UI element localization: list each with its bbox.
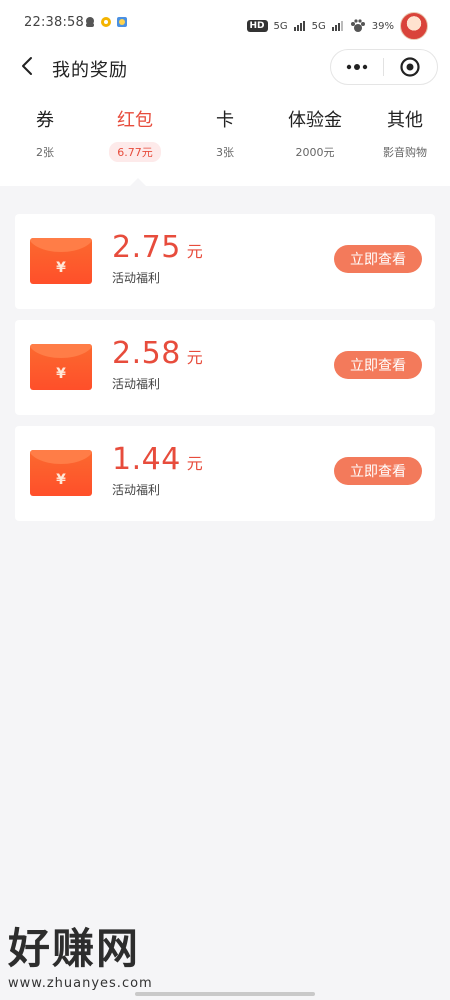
app-notify-icon	[101, 17, 111, 27]
tab-red-packets[interactable]: 红包 6.77元	[90, 106, 180, 162]
tab-label: 其他	[387, 110, 423, 131]
tab-label: 体验金	[288, 110, 342, 131]
reward-amount: 2.58	[112, 336, 181, 371]
tab-cards[interactable]: 卡 3张	[180, 106, 270, 162]
reward-description: 活动福利	[112, 483, 161, 497]
tab-coupons[interactable]: 券 2张	[0, 106, 90, 162]
view-now-button[interactable]: 立即查看	[334, 351, 422, 379]
reward-amount-group: 2.75 元	[112, 230, 203, 265]
tab-label: 券	[36, 110, 54, 131]
close-button[interactable]	[384, 50, 436, 84]
reward-description: 活动福利	[112, 271, 161, 285]
watermark-title: 好赚网	[8, 924, 141, 973]
tab-other[interactable]: 其他 影音购物	[360, 106, 450, 162]
view-now-button[interactable]: 立即查看	[334, 457, 422, 485]
signal-bars-icon	[293, 21, 305, 31]
reward-amount-group: 1.44 元	[112, 442, 203, 477]
mini-program-capsule	[330, 49, 438, 85]
red-envelope-icon: ¥	[30, 238, 92, 284]
home-indicator[interactable]	[135, 992, 315, 996]
view-now-button[interactable]: 立即查看	[334, 245, 422, 273]
chevron-left-icon	[22, 57, 32, 75]
status-time: 22:38:58	[24, 15, 84, 30]
app-notify-icon-2	[117, 17, 127, 27]
reward-unit: 元	[186, 454, 203, 473]
red-envelope-icon: ¥	[30, 450, 92, 496]
active-tab-caret	[129, 178, 147, 187]
battery-level: 39%	[371, 20, 394, 32]
reward-amount-group: 2.58 元	[112, 336, 203, 371]
page-title: 我的奖励	[52, 60, 128, 81]
back-button[interactable]	[14, 52, 42, 80]
site-watermark: 好赚网 www.zhuanyes.com	[8, 915, 153, 991]
paw-icon	[350, 19, 365, 32]
tab-label: 红包	[117, 110, 153, 131]
tab-count: 2000元	[295, 146, 335, 159]
hd-badge: HD	[246, 20, 268, 32]
list-item: ¥ 2.58 元 活动福利 立即查看	[15, 320, 435, 415]
more-dots-icon	[346, 64, 368, 70]
signal-bars-icon-2	[331, 21, 343, 31]
reward-unit: 元	[186, 348, 203, 367]
tab-trial-funds[interactable]: 体验金 2000元	[270, 106, 360, 162]
reward-description: 活动福利	[112, 377, 161, 391]
reward-tabs: 券 2张 红包 6.77元 卡 3张 体验金 2000元 其他 影音购物	[0, 90, 450, 186]
reward-amount: 1.44	[112, 442, 181, 477]
watermark-url: www.zhuanyes.com	[8, 976, 153, 991]
status-right: HD 5G 5G 39%	[246, 12, 428, 40]
reward-amount: 2.75	[112, 230, 181, 265]
list-item: ¥ 2.75 元 活动福利 立即查看	[15, 214, 435, 309]
tab-count: 影音购物	[383, 146, 427, 159]
red-envelope-icon: ¥	[30, 344, 92, 390]
qq-icon	[86, 17, 94, 27]
signal-icon: 5G	[273, 20, 288, 32]
reward-unit: 元	[186, 242, 203, 261]
target-close-icon	[400, 57, 420, 77]
avatar	[400, 12, 428, 40]
tab-count: 6.77元	[109, 142, 161, 162]
nav-header: 我的奖励	[0, 44, 450, 90]
signal-icon-2: 5G	[311, 20, 326, 32]
tab-label: 卡	[216, 110, 234, 131]
more-button[interactable]	[331, 50, 383, 84]
tab-count: 2张	[36, 146, 54, 159]
tab-count: 3张	[216, 146, 234, 159]
status-bar: 22:38:58 HD 5G 5G 39%	[0, 0, 450, 44]
list-item: ¥ 1.44 元 活动福利 立即查看	[15, 426, 435, 521]
